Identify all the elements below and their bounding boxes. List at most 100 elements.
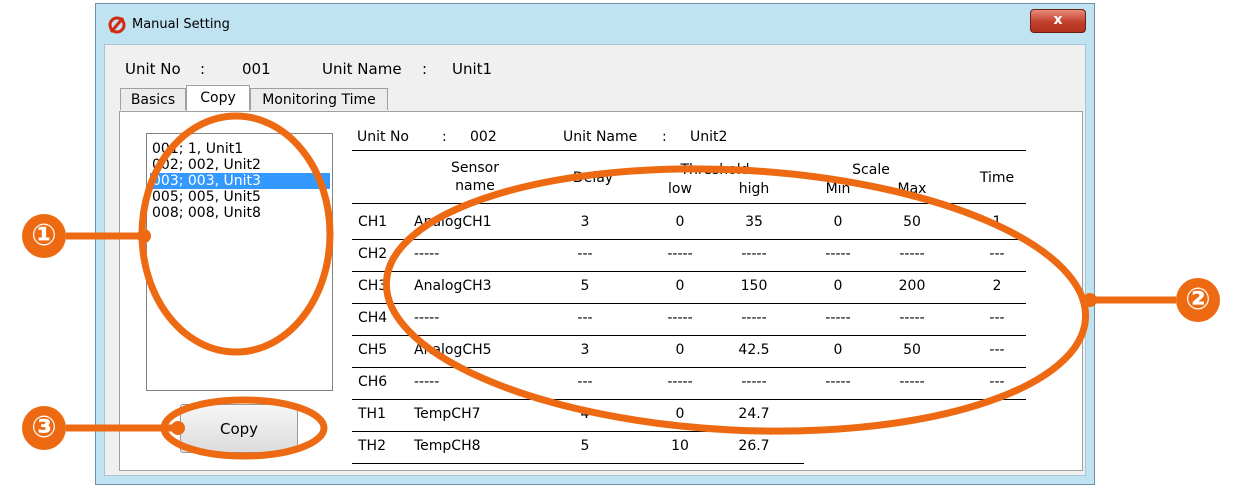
cell-min: -----: [825, 246, 851, 262]
cell-ch: TH2: [358, 438, 386, 454]
cell-min: -----: [825, 374, 851, 390]
cell-delay: 3: [580, 214, 590, 230]
cell-max: 50: [903, 214, 921, 230]
cell-low: -----: [667, 374, 693, 390]
cell-high: 42.5: [738, 342, 770, 358]
detail-unit-no-value: 002: [470, 129, 497, 145]
cell-low: 0: [675, 342, 685, 358]
list-item[interactable]: 002; 002, Unit2: [150, 157, 330, 173]
unit-name-sep: :: [422, 60, 428, 78]
cell-max: -----: [899, 374, 925, 390]
cell-low: 0: [675, 406, 685, 422]
header-scale: Scale: [852, 162, 890, 178]
cell-low: -----: [667, 246, 693, 262]
cell-ch: CH5: [358, 342, 388, 358]
cell-ch: CH2: [358, 246, 388, 262]
detail-unit-no-sep: :: [442, 129, 447, 145]
cell-name: -----: [414, 310, 440, 326]
list-item[interactable]: 001; 1, Unit1: [150, 141, 330, 157]
cell-name: AnalogCH1: [414, 214, 492, 230]
row-divider: [352, 431, 804, 432]
tab-basics[interactable]: Basics: [120, 88, 186, 110]
cell-time: ---: [989, 374, 1005, 390]
row-divider: [352, 463, 804, 464]
cell-time: 1: [992, 214, 1002, 230]
unit-no-value: 001: [242, 60, 271, 78]
cell-delay: 5: [580, 438, 590, 454]
header-delay: Delay: [572, 170, 614, 186]
cell-time: ---: [989, 246, 1005, 262]
cell-ch: CH3: [358, 278, 388, 294]
cell-ch: TH1: [358, 406, 386, 422]
cell-low: 0: [675, 214, 685, 230]
title-bar[interactable]: Manual Setting x: [96, 4, 1094, 44]
row-divider: [352, 399, 1026, 400]
unit-name-label: Unit Name: [322, 60, 402, 78]
cell-ch: CH4: [358, 310, 388, 326]
cell-min: -----: [825, 310, 851, 326]
tab-copy[interactable]: Copy: [186, 85, 250, 111]
cell-high: 35: [745, 214, 763, 230]
cell-min: 0: [833, 342, 843, 358]
cell-delay: 3: [580, 342, 590, 358]
row-divider: [352, 303, 1026, 304]
list-item-selected[interactable]: 003; 003, Unit3: [150, 173, 330, 189]
copy-button[interactable]: Copy: [180, 404, 298, 453]
header-threshold: Threshold: [680, 162, 750, 178]
cell-low: 10: [671, 438, 689, 454]
list-item[interactable]: 005; 005, Unit5: [150, 189, 330, 205]
cell-high: 24.7: [738, 406, 770, 422]
header-low: low: [668, 181, 692, 197]
tab-monitoring-time[interactable]: Monitoring Time: [250, 88, 388, 110]
cell-name: TempCH7: [414, 406, 481, 422]
cell-ch: CH6: [358, 374, 388, 390]
table-top-rule: [352, 150, 1026, 151]
close-button[interactable]: x: [1030, 9, 1086, 33]
cell-high: 150: [740, 278, 768, 294]
row-divider: [352, 271, 1026, 272]
cell-time: 2: [992, 278, 1002, 294]
cell-name: TempCH8: [414, 438, 481, 454]
row-divider: [352, 239, 1026, 240]
cell-high: -----: [741, 374, 767, 390]
cell-ch: CH1: [358, 214, 388, 230]
detail-unit-name-label: Unit Name: [563, 129, 638, 145]
cell-min: 0: [833, 278, 843, 294]
cell-name: -----: [414, 374, 440, 390]
cell-name: AnalogCH5: [414, 342, 492, 358]
header-max: Max: [897, 181, 927, 197]
unit-name-value: Unit1: [452, 60, 493, 78]
annotation-badge-2: ②: [1176, 278, 1220, 322]
cell-max: -----: [899, 246, 925, 262]
cell-high: 26.7: [738, 438, 770, 454]
cell-delay: ---: [577, 374, 593, 390]
cell-max: 50: [903, 342, 921, 358]
detail-unit-no-label: Unit No: [357, 129, 409, 145]
header-bottom-rule: [352, 203, 1026, 204]
close-icon: x: [1053, 12, 1063, 28]
cell-name: -----: [414, 246, 440, 262]
cell-max: -----: [899, 310, 925, 326]
detail-unit-name-sep: :: [662, 129, 667, 145]
detail-unit-name-value: Unit2: [690, 129, 728, 145]
header-sensor-name: name: [455, 178, 495, 194]
unit-no-label: Unit No: [125, 60, 181, 78]
row-divider: [352, 335, 1026, 336]
window-title: Manual Setting: [132, 17, 230, 32]
unit-listbox[interactable]: 001; 1, Unit1 002; 002, Unit2 003; 003, …: [146, 133, 333, 391]
header-min: Min: [825, 181, 851, 197]
app-icon: [108, 16, 126, 34]
unit-no-sep: :: [200, 60, 206, 78]
cell-high: -----: [741, 310, 767, 326]
cell-delay: 5: [580, 278, 590, 294]
cell-name: AnalogCH3: [414, 278, 492, 294]
cell-delay: ---: [577, 246, 593, 262]
cell-delay: ---: [577, 310, 593, 326]
annotation-badge-3: ③: [22, 406, 66, 450]
list-item[interactable]: 008; 008, Unit8: [150, 205, 330, 221]
header-high: high: [738, 181, 770, 197]
annotation-badge-1: ①: [22, 214, 66, 258]
cell-high: -----: [741, 246, 767, 262]
header-time: Time: [979, 170, 1015, 186]
cell-low: -----: [667, 310, 693, 326]
